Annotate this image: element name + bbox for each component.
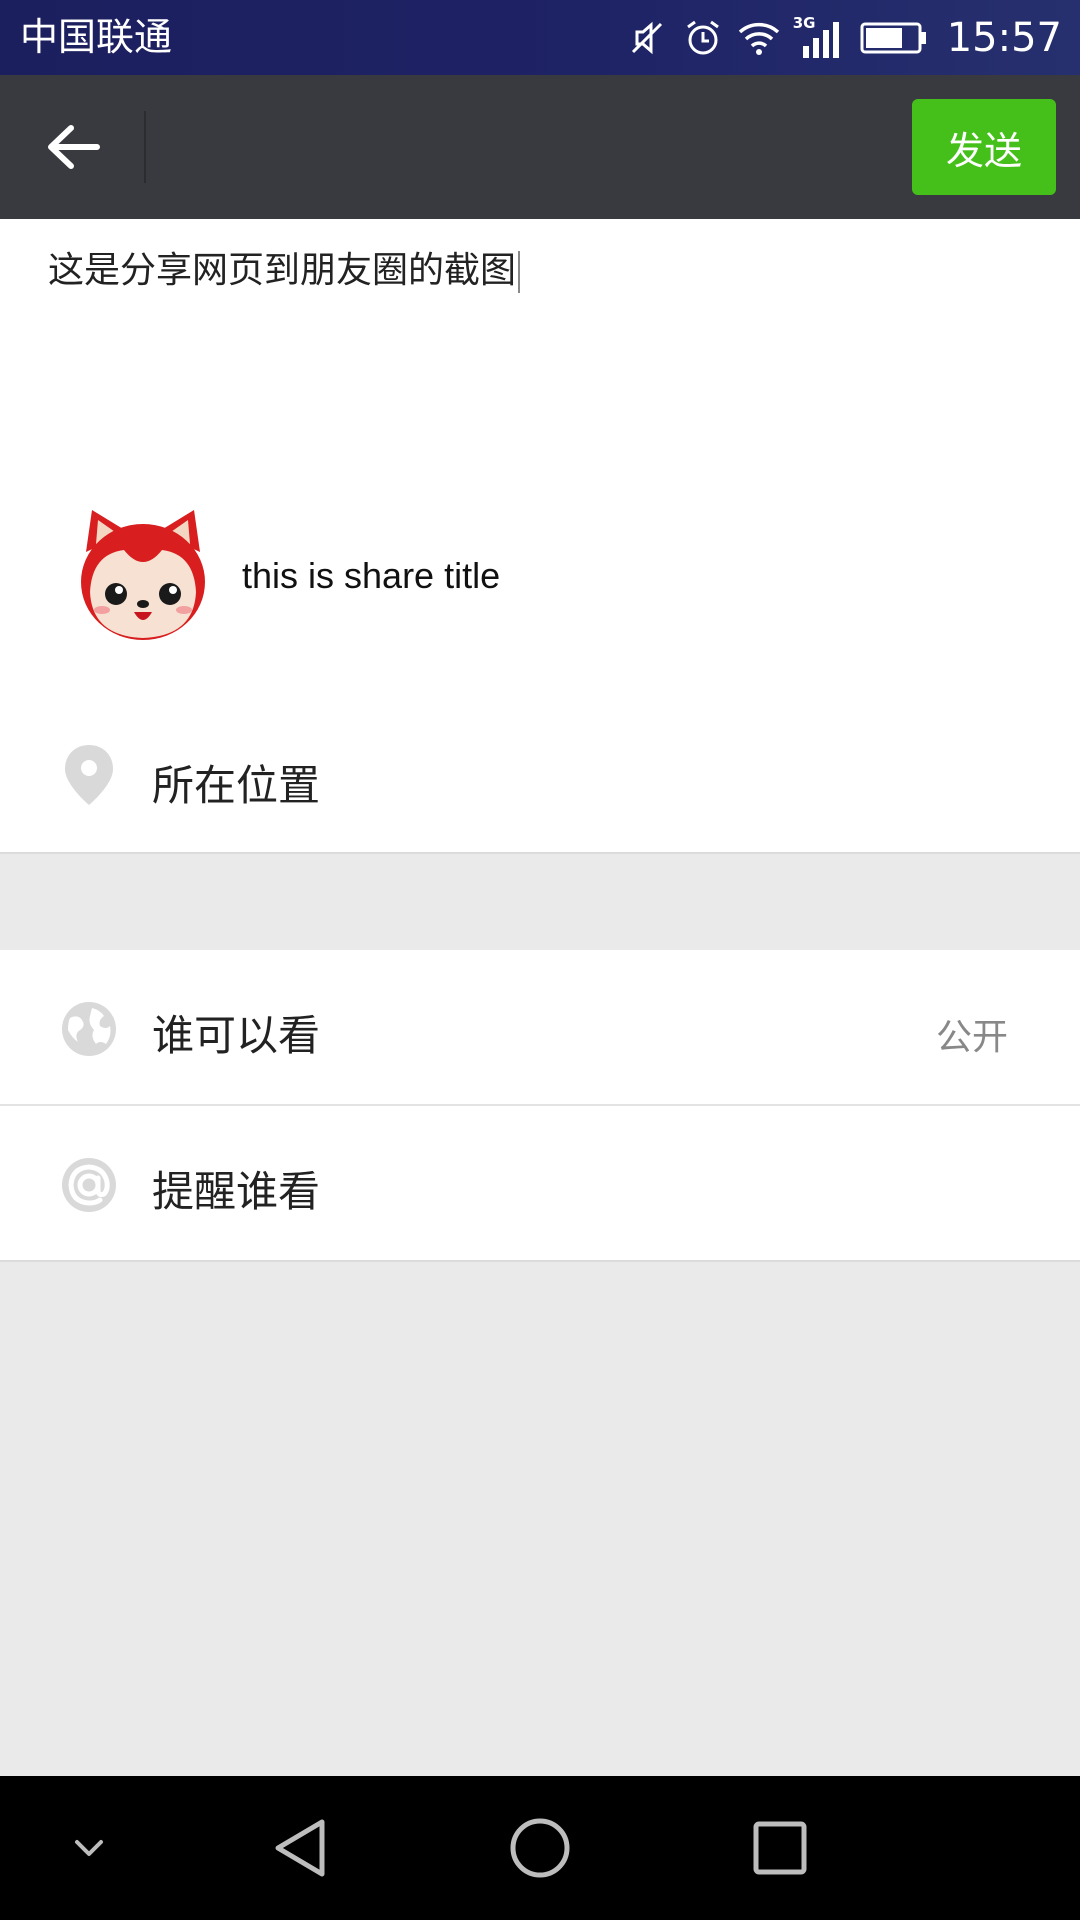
back-button[interactable] [40,117,106,177]
navigation-bar [0,1776,1080,1920]
status-bar: 中国联通 3G 15:57 [0,0,1080,75]
location-row[interactable]: 所在位置 [0,700,1080,854]
home-icon [510,1818,570,1878]
visibility-value: 公开 [935,1017,1008,1058]
remind-label: 提醒谁看 [152,1167,321,1216]
wifi-icon [737,16,781,60]
section-gap [0,854,1080,950]
at-icon [60,1153,118,1217]
share-thumbnail[interactable] [72,504,214,646]
post-text: 这是分享网页到朋友圈的截图 [48,250,517,291]
battery-icon [859,16,929,60]
recents-icon [753,1821,807,1875]
remind-row[interactable]: 提醒谁看 [0,1106,1080,1262]
clock: 15:57 [946,14,1062,61]
network-type: 3G [792,13,816,32]
recents-button[interactable] [735,1812,825,1884]
signal-icon: 3G [792,13,847,60]
send-button[interactable]: 发送 [912,99,1056,195]
nav-back-button[interactable] [255,1812,345,1884]
home-button[interactable] [495,1812,585,1884]
location-pin-icon [60,743,118,807]
alarm-icon [681,16,725,60]
collapse-button[interactable] [44,1812,134,1884]
post-text-input[interactable]: 这是分享网页到朋友圈的截图 [48,247,521,295]
status-icons: 3G 15:57 [625,0,1080,75]
title-bar: 发送 [0,75,1080,219]
collapse-icon [75,1840,103,1856]
globe-icon [60,997,118,1061]
carrier-name: 中国联通 [20,15,173,59]
back-arrow-icon [48,125,100,169]
location-label: 所在位置 [152,761,321,810]
visibility-label: 谁可以看 [152,1011,321,1060]
title-divider [144,111,146,183]
fox-avatar-icon [81,510,205,640]
mute-icon [625,16,669,60]
nav-back-icon [275,1819,325,1877]
visibility-row[interactable]: 谁可以看 公开 [0,950,1080,1106]
share-title: this is share title [242,555,501,596]
text-caret [518,251,521,293]
